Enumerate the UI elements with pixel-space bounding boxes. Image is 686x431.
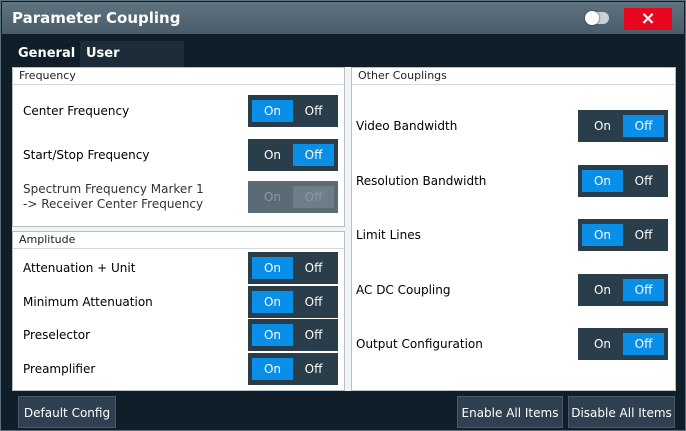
toggle-resolution-bandwidth[interactable]: On Off — [578, 165, 668, 197]
toggle-on-option[interactable]: On — [252, 257, 293, 279]
setting-label-preamplifier: Preamplifier — [23, 361, 96, 376]
toggle-on-option[interactable]: On — [582, 279, 623, 301]
toggle-off-option[interactable]: Off — [623, 115, 664, 137]
toggle-off-option[interactable]: Off — [293, 100, 334, 122]
default-config-button[interactable]: Default Config — [18, 396, 116, 428]
toggle-on-option[interactable]: On — [582, 224, 623, 246]
toggle-off-option: Off — [293, 186, 334, 208]
setting-label-resolution-bandwidth: Resolution Bandwidth — [356, 173, 487, 188]
toggle-limit-lines[interactable]: On Off — [578, 219, 668, 251]
setting-label-attenuation-unit: Attenuation + Unit — [23, 260, 136, 275]
frequency-group-title: Frequency — [19, 69, 76, 82]
toggle-off-option[interactable]: Off — [623, 279, 664, 301]
disable-all-items-button[interactable]: Disable All Items — [568, 396, 675, 428]
toggle-knob — [585, 11, 599, 25]
toggle-on-option[interactable]: On — [252, 324, 293, 346]
toggle-off-option[interactable]: Off — [623, 170, 664, 192]
toggle-center-frequency[interactable]: On Off — [248, 95, 338, 127]
frequency-group: Frequency Center Frequency On Off Start/Sto… — [12, 67, 345, 227]
toggle-on-option[interactable]: On — [252, 100, 293, 122]
title-bar: Parameter Coupling × — [2, 2, 684, 34]
toggle-on-option[interactable]: On — [582, 115, 623, 137]
amplitude-group-title: Amplitude — [19, 233, 76, 246]
toggle-on-option[interactable]: On — [582, 333, 623, 355]
setting-label-minimum-attenuation: Minimum Attenuation — [23, 294, 153, 309]
toggle-on-option[interactable]: On — [582, 170, 623, 192]
enable-all-items-button[interactable]: Enable All Items — [457, 396, 563, 428]
setting-label-preselector: Preselector — [23, 327, 91, 342]
setting-label-output-configuration: Output Configuration — [356, 336, 483, 351]
toggle-off-option[interactable]: Off — [623, 333, 664, 355]
setting-label-spectrum-frequency-marker-1-receiver-center-frequency: Spectrum Frequency Marker 1 -> Receiver … — [23, 182, 204, 211]
toggle-off-option[interactable]: Off — [293, 358, 334, 380]
toggle-off-option[interactable]: Off — [293, 291, 334, 313]
setting-label-start-stop-frequency: Start/Stop Frequency — [23, 147, 150, 162]
toggle-start-stop-frequency[interactable]: On Off — [248, 139, 338, 171]
toggle-ac-dc-coupling[interactable]: On Off — [578, 274, 668, 306]
toggle-attenuation-unit[interactable]: On Off — [248, 252, 338, 284]
display-toggle-icon[interactable] — [585, 11, 609, 25]
toggle-on-option[interactable]: On — [252, 144, 293, 166]
setting-label-center-frequency: Center Frequency — [23, 103, 130, 118]
setting-label-limit-lines: Limit Lines — [356, 227, 421, 242]
tab-content: Frequency Center Frequency On Off Start/Sto… — [12, 67, 676, 391]
setting-label-ac-dc-coupling: AC DC Coupling — [356, 282, 451, 297]
group-divider — [13, 248, 344, 249]
toggle-output-configuration[interactable]: On Off — [578, 328, 668, 360]
toggle-video-bandwidth[interactable]: On Off — [578, 110, 668, 142]
tab-user-coupling[interactable]: User Coupling — [80, 41, 184, 87]
other-couplings-group: Other Couplings Video Bandwidth On Off Reso… — [351, 67, 676, 391]
other-couplings-group-title: Other Couplings — [358, 69, 447, 82]
toggle-off-option[interactable]: Off — [293, 144, 334, 166]
toggle-on-option: On — [263, 190, 282, 204]
setting-label-video-bandwidth: Video Bandwidth — [356, 118, 458, 133]
toggle-preselector[interactable]: On Off — [248, 319, 338, 351]
tab-general[interactable]: General — [12, 41, 82, 67]
toggle-off-option[interactable]: Off — [623, 224, 664, 246]
group-divider — [352, 84, 675, 85]
group-divider — [13, 84, 344, 85]
window-title: Parameter Coupling — [12, 9, 181, 27]
toggle-minimum-attenuation[interactable]: On Off — [248, 286, 338, 318]
close-button[interactable]: × — [624, 8, 672, 30]
toggle-off-option[interactable]: Off — [293, 324, 334, 346]
toggle-on-option[interactable]: On — [252, 291, 293, 313]
toggle-spectrum-frequency-marker-1-receiver-center-frequency: On Off — [248, 181, 338, 213]
toggle-preamplifier[interactable]: On Off — [248, 353, 338, 385]
toggle-on-option[interactable]: On — [252, 358, 293, 380]
toggle-off-option[interactable]: Off — [293, 257, 334, 279]
parameter-coupling-dialog: Parameter Coupling × General User Coupli… — [0, 0, 686, 431]
close-icon: × — [640, 8, 656, 29]
amplitude-group: Amplitude Attenuation + Unit On Off Minimum… — [12, 231, 345, 391]
